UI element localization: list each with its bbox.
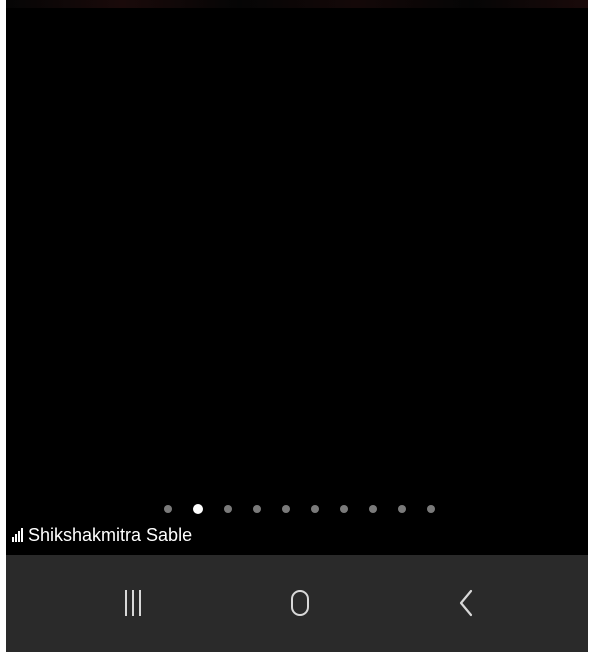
home-button[interactable]: [278, 583, 322, 623]
home-icon: [291, 590, 309, 616]
page-dot[interactable]: [282, 505, 290, 513]
navigation-bar: [6, 555, 588, 652]
back-button[interactable]: [444, 583, 488, 623]
page-dot[interactable]: [427, 505, 435, 513]
page-dot[interactable]: [369, 505, 377, 513]
page-dot[interactable]: [253, 505, 261, 513]
page-dot[interactable]: [224, 505, 232, 513]
lock-screen-content[interactable]: Shikshakmitra Sable: [6, 8, 588, 555]
page-dot-active[interactable]: [193, 504, 203, 514]
recents-button[interactable]: [111, 583, 155, 623]
back-chevron-icon: [459, 589, 473, 617]
page-dot[interactable]: [398, 505, 406, 513]
carrier-label: Shikshakmitra Sable: [12, 522, 192, 548]
signal-bars-icon: [12, 528, 23, 542]
page-indicator[interactable]: [164, 503, 435, 515]
page-dot[interactable]: [164, 505, 172, 513]
carrier-name: Shikshakmitra Sable: [28, 524, 193, 545]
page-dot[interactable]: [311, 505, 319, 513]
page-dot[interactable]: [340, 505, 348, 513]
recents-icon: [125, 590, 141, 616]
top-status-strip: [6, 0, 588, 8]
phone-screen: Shikshakmitra Sable: [6, 0, 588, 652]
